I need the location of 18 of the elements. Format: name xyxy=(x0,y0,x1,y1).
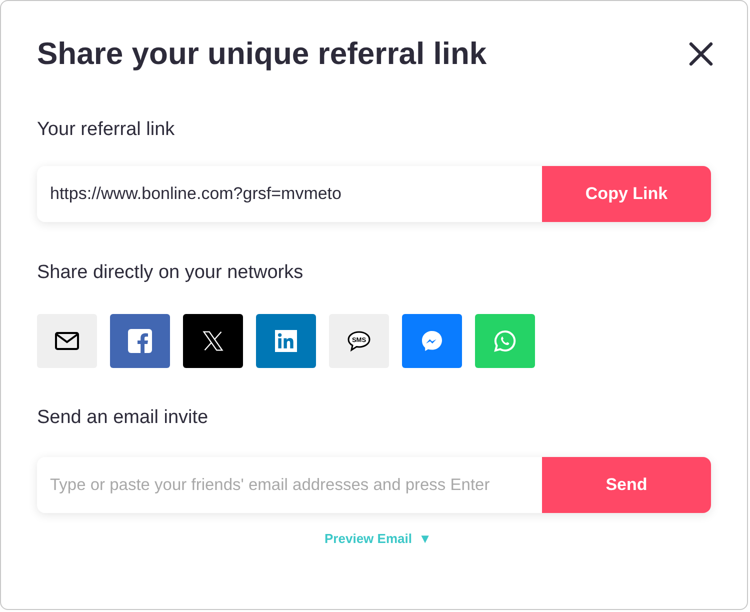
linkedin-icon xyxy=(275,330,297,352)
envelope-icon xyxy=(55,332,79,350)
whatsapp-icon xyxy=(493,328,517,352)
send-button[interactable]: Send xyxy=(542,457,711,513)
share-button[interactable] xyxy=(183,314,243,368)
x-logo-icon xyxy=(202,330,224,352)
section-label: Send an email invite xyxy=(37,406,210,430)
copy-link-button[interactable]: Copy Link xyxy=(542,166,711,222)
referral-link-field[interactable]: https://www.bonline.com?grsf=mvmeto xyxy=(37,166,542,222)
share-button[interactable] xyxy=(37,314,97,368)
close-icon[interactable] xyxy=(687,40,715,68)
preview-email-link[interactable]: Preview Email ▼ xyxy=(324,529,432,548)
email-invite-field[interactable]: Type or paste your friends' email addresses and press Enter Send xyxy=(37,457,711,513)
messenger-icon xyxy=(420,328,444,352)
facebook-icon xyxy=(128,328,152,352)
section-label: Your referral link xyxy=(37,118,176,142)
dialog-title: Share your unique referral link xyxy=(37,35,487,73)
section-label: Share directly on your networks xyxy=(37,261,304,285)
